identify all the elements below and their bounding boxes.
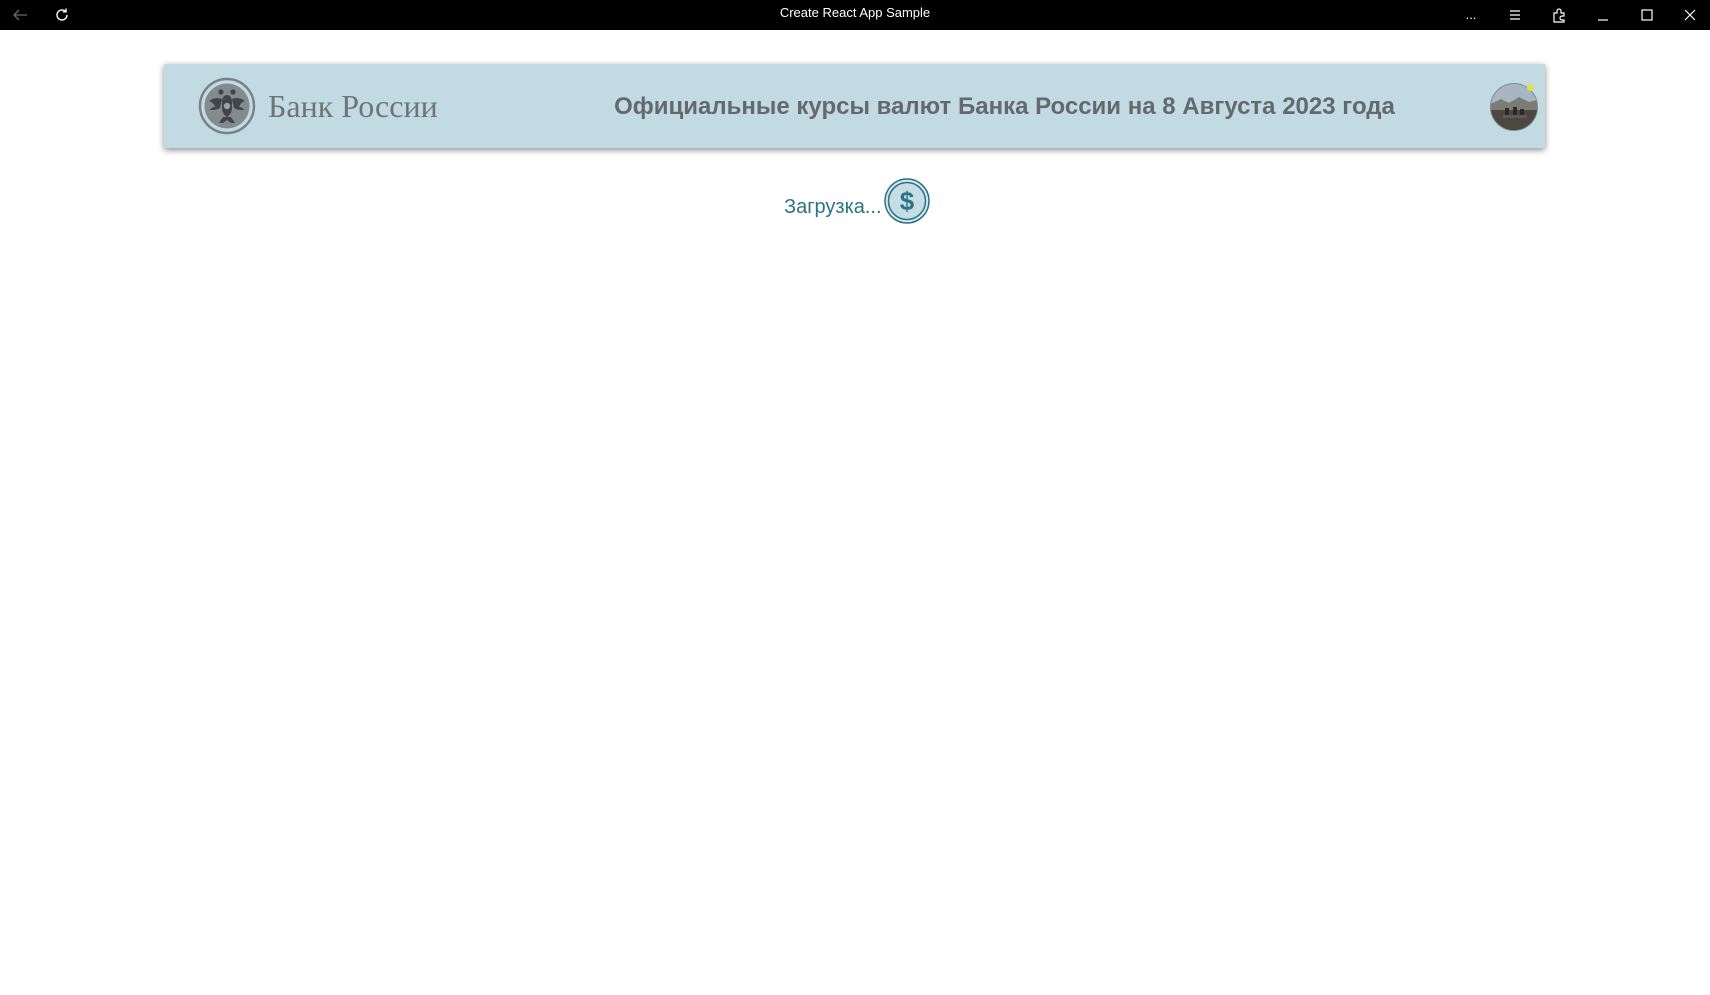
maximize-icon <box>1641 9 1653 21</box>
more-label: ... <box>1465 7 1477 22</box>
refresh-icon <box>54 7 70 23</box>
extensions-icon <box>1551 7 1567 23</box>
loading-text: Загрузка... <box>784 195 882 218</box>
minimize-button[interactable] <box>1583 0 1623 30</box>
bank-logo[interactable]: Банк России <box>198 77 438 135</box>
eagle-emblem-icon <box>198 77 256 135</box>
close-button[interactable] <box>1670 0 1710 30</box>
page-title: Официальные курсы валют Банка России на … <box>614 93 1395 120</box>
svg-text:$: $ <box>899 186 914 216</box>
close-icon <box>1684 9 1696 21</box>
hamburger-menu-button[interactable] <box>1495 0 1535 30</box>
maximize-button[interactable] <box>1627 0 1667 30</box>
window-titlebar: Create React App Sample ... <box>0 0 1710 30</box>
arrow-left-icon <box>12 8 28 22</box>
logo-text: Банк России <box>268 87 438 124</box>
extensions-button[interactable] <box>1539 0 1579 30</box>
page-header: Банк России Официальные курсы валют Банк… <box>164 64 1545 148</box>
hamburger-menu-icon <box>1508 9 1522 21</box>
more-button[interactable]: ... <box>1451 0 1491 30</box>
back-button[interactable] <box>0 0 40 30</box>
status-dot <box>1527 84 1534 91</box>
refresh-button[interactable] <box>42 0 82 30</box>
minimize-icon <box>1597 9 1609 21</box>
dollar-coin-icon: $ <box>883 178 930 224</box>
loading-indicator: Загрузка... $ <box>784 178 930 224</box>
